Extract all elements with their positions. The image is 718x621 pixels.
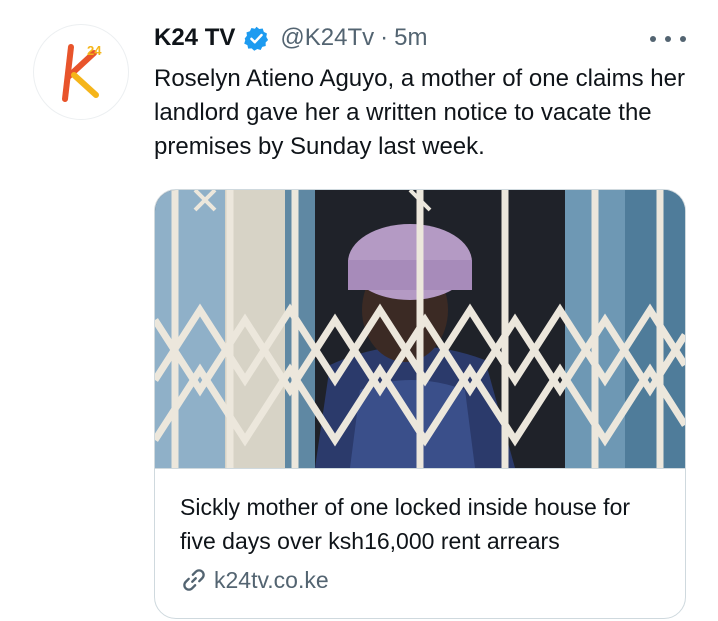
avatar[interactable]: 24 [33,24,129,120]
link-icon [183,569,205,591]
link-card[interactable]: Sickly mother of one locked inside house… [154,189,686,619]
separator-dot: · [380,24,389,51]
k24-logo: 24 [62,43,102,102]
avatar-logo-text: 24 [87,43,102,58]
tweet-text: Roselyn Atieno Aguyo, a mother of one cl… [154,65,685,160]
card-title[interactable]: Sickly mother of one locked inside house… [180,490,670,558]
card-domain-text: k24tv.co.ke [214,566,329,593]
tweet-header: K24 TV @K24Tv · 5m [154,22,684,54]
verified-badge-icon [244,26,269,51]
more-dots-icon[interactable] [650,26,686,52]
card-domain[interactable]: k24tv.co.ke [180,565,329,595]
author-handle[interactable]: @K24Tv [280,24,374,52]
card-image[interactable] [155,190,685,468]
card-divider [155,468,685,469]
tweet-timestamp[interactable]: 5m [394,24,427,52]
more-dot [680,36,686,42]
more-dot [665,36,671,42]
more-dot [650,36,656,42]
display-name[interactable]: K24 TV [154,24,235,52]
card-photo [155,190,685,468]
